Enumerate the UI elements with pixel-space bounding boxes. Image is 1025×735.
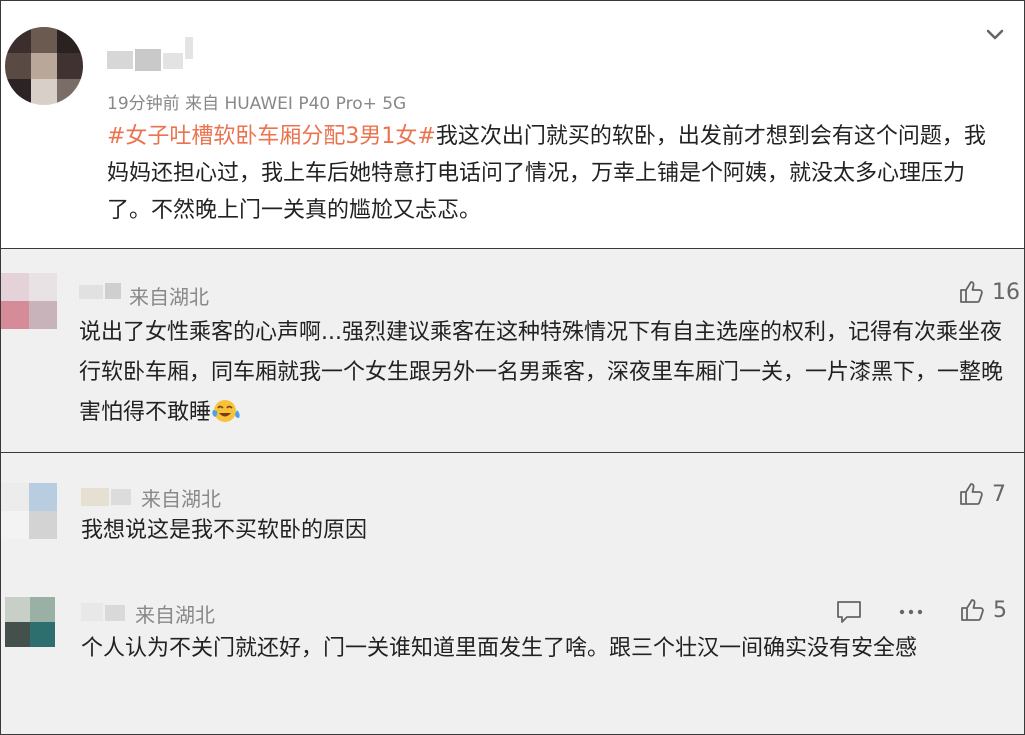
avatar[interactable] [5,27,83,105]
thumbs-up-icon [960,483,983,505]
chevron-down-icon[interactable] [984,23,1006,45]
comment-region: 来自湖北 [129,285,209,309]
username-blurred[interactable] [81,485,133,507]
username-blurred[interactable] [81,601,127,623]
comment-text: 我想说这是我不买软卧的原因 [81,518,368,543]
avatar[interactable] [5,597,55,647]
weibo-post-card: 19分钟前 来自 HUAWEI P40 Pro+ 5G #女子吐槽软卧车厢分配3… [0,0,1025,249]
username-blurred[interactable] [79,281,123,303]
like-count: 7 [992,481,1006,507]
like-count: 5 [993,597,1007,623]
thumbs-up-icon [961,599,984,621]
comment-region: 来自湖北 [141,487,221,511]
post-body: #女子吐槽软卧车厢分配3男1女#我这次出门就买的软卧，出发前才想到会有这个问题，… [107,118,1007,229]
like-button[interactable]: 5 [959,597,1007,623]
like-button[interactable]: 16 [958,279,1020,305]
avatar[interactable] [1,483,57,539]
comment-text: 说出了女性乘客的心声啊...强烈建议乘客在这种特殊情况下有自主选座的权利，记得有… [79,320,1004,425]
hashtag-link[interactable]: #女子吐槽软卧车厢分配3男1女# [107,124,436,149]
more-icon[interactable] [897,603,925,621]
badge-blurred [185,37,193,59]
like-button[interactable]: 7 [958,481,1006,507]
comment-text: 个人认为不关门就还好，门一关谁知道里面发生了啥。跟三个壮汉一间确实没有安全感 [81,636,918,661]
comment-region: 来自湖北 [135,603,215,627]
like-count: 16 [992,279,1020,305]
comment-item: 来自湖北 7 我想说这是我不买软卧的原因 来自湖北 5 个人认为不关门就还好，门… [0,452,1025,735]
username-blurred[interactable] [107,47,187,73]
post-meta: 19分钟前 来自 HUAWEI P40 Pro+ 5G [107,94,407,114]
comment-item: 来自湖北 16 说出了女性乘客的心声啊...强烈建议乘客在这种特殊情况下有自主选… [0,248,1025,453]
thumbs-up-icon [960,281,983,303]
laugh-cry-emoji [212,400,240,422]
comment-icon[interactable] [835,599,863,625]
avatar[interactable] [1,273,57,329]
